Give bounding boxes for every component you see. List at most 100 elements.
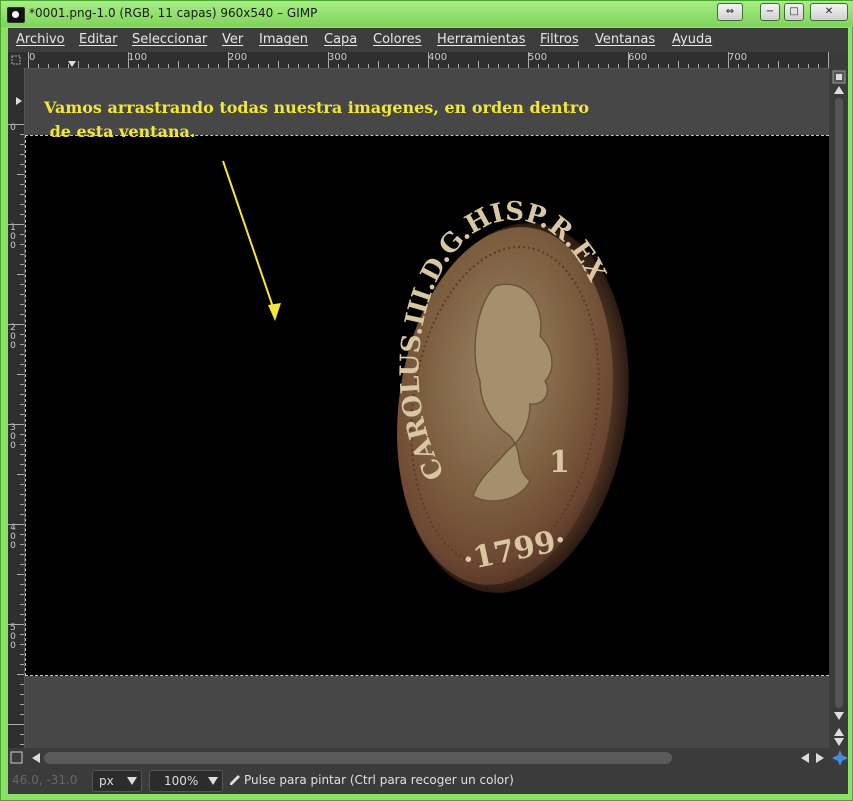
ruler-tick: [538, 64, 539, 68]
ruler-tick: [20, 434, 24, 435]
ruler-tick: [128, 52, 129, 68]
navigate-icon[interactable]: [832, 750, 848, 766]
ruler-tick: [688, 64, 689, 68]
scroll-up-small-icon[interactable]: [834, 728, 844, 736]
ruler-tick: [448, 64, 449, 68]
menu-ver[interactable]: Ver: [222, 32, 243, 47]
ruler-tick: [28, 52, 29, 68]
gimp-image-window: Archivo Editar Seleccionar Ver Imagen Ca…: [8, 28, 848, 794]
ruler-tick: [548, 64, 549, 68]
vertical-scroll-thumb[interactable]: [835, 98, 843, 708]
ruler-tick: [8, 224, 24, 225]
ruler-tick: [678, 61, 679, 68]
ruler-tick: [728, 52, 729, 68]
scroll-down-small-icon[interactable]: [834, 712, 844, 720]
quick-mask-icon[interactable]: [10, 751, 24, 765]
ruler-h-label: 400: [428, 52, 448, 63]
coin-value: 1: [549, 445, 570, 480]
ruler-tick: [198, 64, 199, 68]
ruler-tick: [20, 644, 24, 645]
menu-ventanas[interactable]: Ventanas: [595, 32, 655, 47]
quick-mask-toggle[interactable]: [8, 52, 24, 68]
ruler-tick: [8, 624, 24, 625]
ruler-tick: [638, 64, 639, 68]
ruler-tick: [17, 374, 24, 375]
ruler-tick: [20, 594, 24, 595]
ruler-tick: [468, 64, 469, 68]
ruler-tick: [298, 64, 299, 68]
restore-size-button[interactable]: ⇔: [717, 3, 743, 21]
ruler-tick: [518, 64, 519, 68]
ruler-tick: [138, 64, 139, 68]
scroll-left-small-icon[interactable]: [801, 753, 809, 763]
ruler-tick: [20, 504, 24, 505]
pointer-marker-icon: [16, 97, 22, 105]
pointer-marker-icon: [68, 61, 76, 67]
scroll-down-icon[interactable]: [834, 738, 844, 746]
scroll-left-icon[interactable]: [32, 753, 40, 763]
ruler-v-label: 3 0 0: [10, 423, 16, 451]
menu-capa[interactable]: Capa: [324, 32, 357, 47]
scroll-right-icon[interactable]: [816, 753, 824, 763]
vertical-scrollbar[interactable]: [830, 68, 848, 748]
ruler-tick: [38, 64, 39, 68]
ruler-v-label: 1 0 0: [10, 223, 16, 251]
menu-seleccionar[interactable]: Seleccionar: [132, 32, 207, 47]
menu-imagen[interactable]: Imagen: [259, 32, 308, 47]
maximize-button[interactable]: □: [784, 3, 804, 21]
navigate-image-icon[interactable]: [832, 70, 846, 84]
menu-filtros[interactable]: Filtros: [540, 32, 579, 47]
ruler-tick: [828, 52, 829, 68]
status-message: Pulse para pintar (Ctrl para recoger un …: [244, 773, 514, 787]
gimp-app-icon: [7, 7, 25, 23]
ruler-tick: [648, 64, 649, 68]
ruler-tick: [428, 52, 429, 68]
ruler-tick: [8, 424, 24, 425]
menu-archivo[interactable]: Archivo: [16, 32, 65, 47]
ruler-tick: [368, 64, 369, 68]
ruler-tick: [658, 64, 659, 68]
ruler-tick: [558, 64, 559, 68]
minimize-button[interactable]: −: [760, 3, 780, 21]
menu-bar: Archivo Editar Seleccionar Ver Imagen Ca…: [8, 28, 848, 52]
ruler-tick: [348, 64, 349, 68]
ruler-tick: [20, 744, 24, 745]
ruler-tick: [20, 244, 24, 245]
zoom-selector[interactable]: 100%: [149, 770, 223, 792]
menu-colores[interactable]: Colores: [373, 32, 421, 47]
ruler-tick: [288, 64, 289, 68]
chevron-down-icon: [127, 777, 137, 785]
ruler-tick: [17, 474, 24, 475]
ruler-tick: [20, 584, 24, 585]
ruler-tick: [668, 64, 669, 68]
ruler-tick: [388, 64, 389, 68]
menu-editar[interactable]: Editar: [79, 32, 118, 47]
ruler-tick: [488, 64, 489, 68]
ruler-v-label: 0: [10, 123, 16, 133]
ruler-tick: [20, 654, 24, 655]
chevron-down-icon: [208, 777, 218, 785]
ruler-tick: [20, 604, 24, 605]
ruler-tick: [568, 64, 569, 68]
ruler-tick: [508, 64, 509, 68]
horizontal-ruler[interactable]: 0 100 200 300 400 500 600 700: [24, 52, 829, 69]
ruler-tick: [20, 314, 24, 315]
menu-ayuda[interactable]: Ayuda: [672, 32, 712, 47]
scroll-up-icon[interactable]: [834, 86, 844, 94]
title-bar[interactable]: *0001.png-1.0 (RGB, 11 capas) 960x540 – …: [1, 1, 853, 27]
ruler-tick: [458, 64, 459, 68]
canvas-area[interactable]: CAROLUS.III.D.G.HISP.R.EX ·1799· 1 Vamos…: [25, 69, 829, 748]
annotation-arrow-icon: [222, 160, 281, 321]
ruler-tick: [238, 64, 239, 68]
vertical-ruler[interactable]: 0 1 0 0 2 0 0 3 0 0 4 0 0 5 0 0: [8, 68, 25, 748]
ruler-tick: [20, 694, 24, 695]
ruler-tick: [598, 64, 599, 68]
unit-value: px: [99, 774, 114, 788]
ruler-tick: [168, 64, 169, 68]
ruler-tick: [78, 61, 79, 68]
menu-herramientas[interactable]: Herramientas: [437, 32, 526, 47]
ruler-tick: [398, 64, 399, 68]
unit-selector[interactable]: px: [92, 770, 142, 792]
horizontal-scroll-thumb[interactable]: [44, 752, 672, 764]
close-button[interactable]: ✕: [810, 3, 848, 21]
